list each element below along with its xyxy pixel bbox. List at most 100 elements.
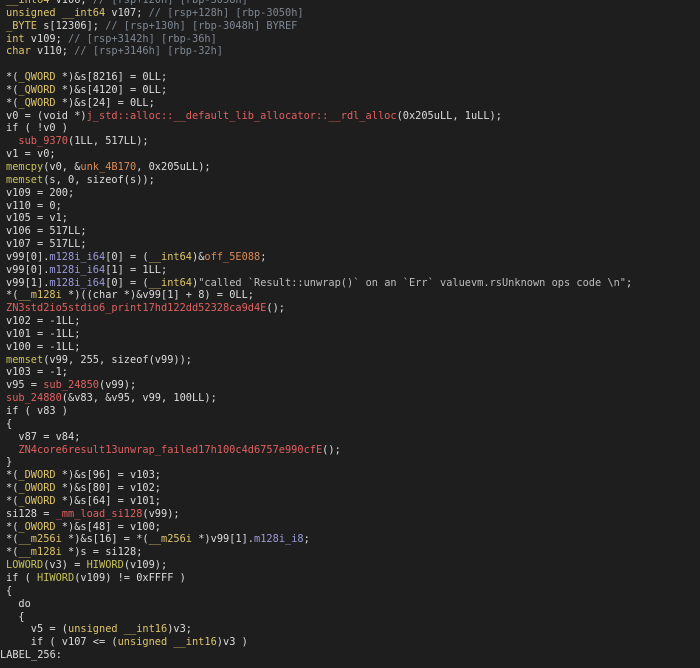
code-line[interactable]: v1 = v0; (0, 148, 700, 161)
code-token-text: *( (6, 96, 19, 109)
code-token-text: v101 = -1LL; (6, 327, 81, 340)
code-token-text: v109 = 200; (6, 186, 75, 199)
code-line[interactable]: v106 = 517LL; (0, 225, 700, 238)
code-token-text: *)s = si128; (61, 546, 143, 559)
code-token-text: *( (6, 469, 19, 482)
code-line[interactable]: v5 = (unsigned __int16)v3; (0, 623, 700, 636)
code-token-text: )v3 ) (216, 636, 248, 649)
code-line[interactable]: memcpy(v0, &unk_4B170, 0x205uLL); (0, 161, 700, 174)
code-token-identifier: m128i_i64 (49, 250, 106, 263)
code-line[interactable]: si128 = _mm_load_si128(v99); (0, 508, 700, 521)
code-line[interactable]: unsigned __int64 v107; // [rsp+128h] [rb… (0, 7, 700, 20)
code-line[interactable]: v110 = 0; (0, 200, 700, 213)
code-token-type: char (6, 45, 31, 58)
code-line[interactable]: *(_QWORD *)&s[8216] = 0LL; (0, 71, 700, 84)
code-line[interactable]: v99[0].m128i_i64[1] = 1LL; (0, 264, 700, 277)
code-line[interactable]: sub_9370(1LL, 517LL); (0, 135, 700, 148)
code-line[interactable]: LOWORD(v3) = HIWORD(v109); (0, 559, 700, 572)
code-token-text: )& (192, 250, 205, 263)
code-line[interactable]: char v110; // [rsp+3146h] [rbp-32h] (0, 45, 700, 58)
code-token-type: __m256i (148, 533, 193, 546)
code-token-type: __int64 (148, 250, 193, 263)
code-line[interactable]: { (0, 611, 700, 624)
code-line[interactable]: *(_OWORD *)&s[64] = v101; (0, 495, 700, 508)
code-line[interactable]: if ( v107 <= (unsigned __int16)v3 ) (0, 636, 700, 649)
code-line[interactable]: ZN4core6result13unwrap_failed17h100c4d67… (0, 444, 700, 457)
code-line[interactable]: *(__m128i *)((char *)&v99[1] + 8) = 0LL; (0, 289, 700, 302)
code-token-text: , 0x205uLL); (136, 160, 211, 173)
code-token-type: _OWORD (18, 482, 56, 495)
code-line[interactable]: v105 = v1; (0, 212, 700, 225)
code-line[interactable]: v100 = -1LL; (0, 341, 700, 354)
code-line[interactable]: sub_24880(&v83, &v95, v99, 100LL); (0, 392, 700, 405)
code-line[interactable]: { (0, 418, 700, 431)
code-line[interactable]: *(_QWORD *)&s[24] = 0LL; (0, 97, 700, 110)
code-token-text: *)&s[80] = v102; (55, 482, 161, 495)
code-line[interactable]: _BYTE s[12306]; // [rsp+130h] [rbp-3048h… (0, 20, 700, 33)
code-token-text: v5 = ( (6, 623, 68, 636)
code-token-comment: // [rsp+130h] [rbp-3048h] BYREF (105, 19, 298, 32)
code-line[interactable]: *(_OWORD *)&s[80] = v102; (0, 482, 700, 495)
code-token-red_func: sub_9370 (18, 135, 69, 148)
code-line[interactable]: LABEL_256: (0, 649, 700, 662)
code-token-text: (&v83, &v95, v99, 100LL); (61, 392, 217, 405)
code-token-text: s[12306]; (37, 19, 106, 32)
code-line[interactable]: if ( v83 ) (0, 405, 700, 418)
code-token-text: *)&s[96] = v103; (55, 469, 161, 482)
code-token-type: __m128i (18, 546, 62, 559)
code-line[interactable] (0, 58, 700, 71)
code-line[interactable]: *(_OWORD *)&s[48] = v100; (0, 521, 700, 534)
code-line[interactable]: *(_DWORD *)&s[96] = v103; (0, 469, 700, 482)
code-token-text: v87 = v84; (6, 430, 81, 443)
code-line[interactable]: v99[0].m128i_i64[0] = (__int64)&off_5E08… (0, 251, 700, 264)
code-line[interactable]: v87 = v84; (0, 431, 700, 444)
code-line[interactable]: v103 = -1; (0, 366, 700, 379)
code-token-text: v0 = (void *) (6, 109, 87, 122)
code-line[interactable]: ZN3std2io5stdio6_print17hd122dd52328ca9d… (0, 302, 700, 315)
code-line[interactable]: *(_QWORD *)&s[4120] = 0LL; (0, 84, 700, 97)
code-token-type: _DWORD (18, 469, 56, 482)
code-token-text: (s, 0, sizeof(s)); (43, 173, 155, 186)
code-token-comment: // [rsp+3142h] [rbp-36h] (68, 32, 217, 45)
code-token-function: HIWORD (86, 559, 124, 572)
code-token-function: LOWORD (6, 559, 44, 572)
code-line[interactable]: { (0, 585, 700, 598)
code-line[interactable]: v107 = 517LL; (0, 238, 700, 251)
code-line[interactable]: if ( HIWORD(v109) != 0xFFFF ) (0, 572, 700, 585)
code-token-text: (v99); (142, 507, 180, 520)
code-token-text: v110; (30, 45, 75, 58)
code-line[interactable]: } (0, 456, 700, 469)
code-line[interactable]: v99[1].m128i_i64[0] = (__int64)"called `… (0, 277, 700, 290)
code-token-text: [1] = 1LL; (105, 263, 168, 276)
code-line[interactable]: v101 = -1LL; (0, 328, 700, 341)
code-token-type: int (6, 32, 25, 45)
code-token-text: if ( v83 ) (6, 405, 68, 417)
code-token-function: memset (6, 353, 44, 366)
code-token-type: _QWORD (18, 83, 56, 96)
code-line[interactable]: v109 = 200; (0, 187, 700, 200)
code-line[interactable]: v95 = sub_24850(v99); (0, 379, 700, 392)
code-token-red_func: sub_24880 (6, 392, 62, 405)
code-token-red_func: ZN3std2io5stdio6_print17hd122dd52328ca9d… (6, 302, 267, 315)
code-line[interactable]: memset(v99, 255, sizeof(v99)); (0, 354, 700, 367)
code-line[interactable]: __int64 v106; // [rsp+120h] [rbp-3058h] (0, 0, 700, 7)
code-line[interactable]: do (0, 598, 700, 611)
code-token-text: (v109) != 0xFFFF ) (74, 571, 186, 584)
code-token-text: *)&s[8216] = 0LL; (55, 71, 168, 84)
code-token-type: _OWORD (18, 494, 56, 507)
code-line[interactable]: v0 = (void *)j_std::alloc::__default_lib… (0, 110, 700, 123)
code-line[interactable]: v102 = -1LL; (0, 315, 700, 328)
code-token-text: *( (6, 533, 19, 546)
code-token-text: *)&s[16] = *( (61, 533, 149, 546)
code-token-text: (0x205uLL, 1uLL); (396, 109, 502, 122)
code-line[interactable]: memset(s, 0, sizeof(s)); (0, 174, 700, 187)
code-token-text: (v3) = (43, 559, 87, 572)
code-line[interactable]: *(__m128i *)s = si128; (0, 546, 700, 559)
code-token-red_func: _mm_load_si128 (55, 507, 143, 520)
code-line[interactable]: int v109; // [rsp+3142h] [rbp-36h] (0, 33, 700, 46)
code-line[interactable]: *(__m256i *)&s[16] = *(__m256i *)v99[1].… (0, 533, 700, 546)
pseudocode-view[interactable]: __int64 v106; // [rsp+120h] [rbp-3058h] u… (0, 0, 700, 668)
code-token-text: v100 = -1LL; (6, 340, 81, 353)
code-line[interactable]: if ( !v0 ) (0, 122, 700, 135)
